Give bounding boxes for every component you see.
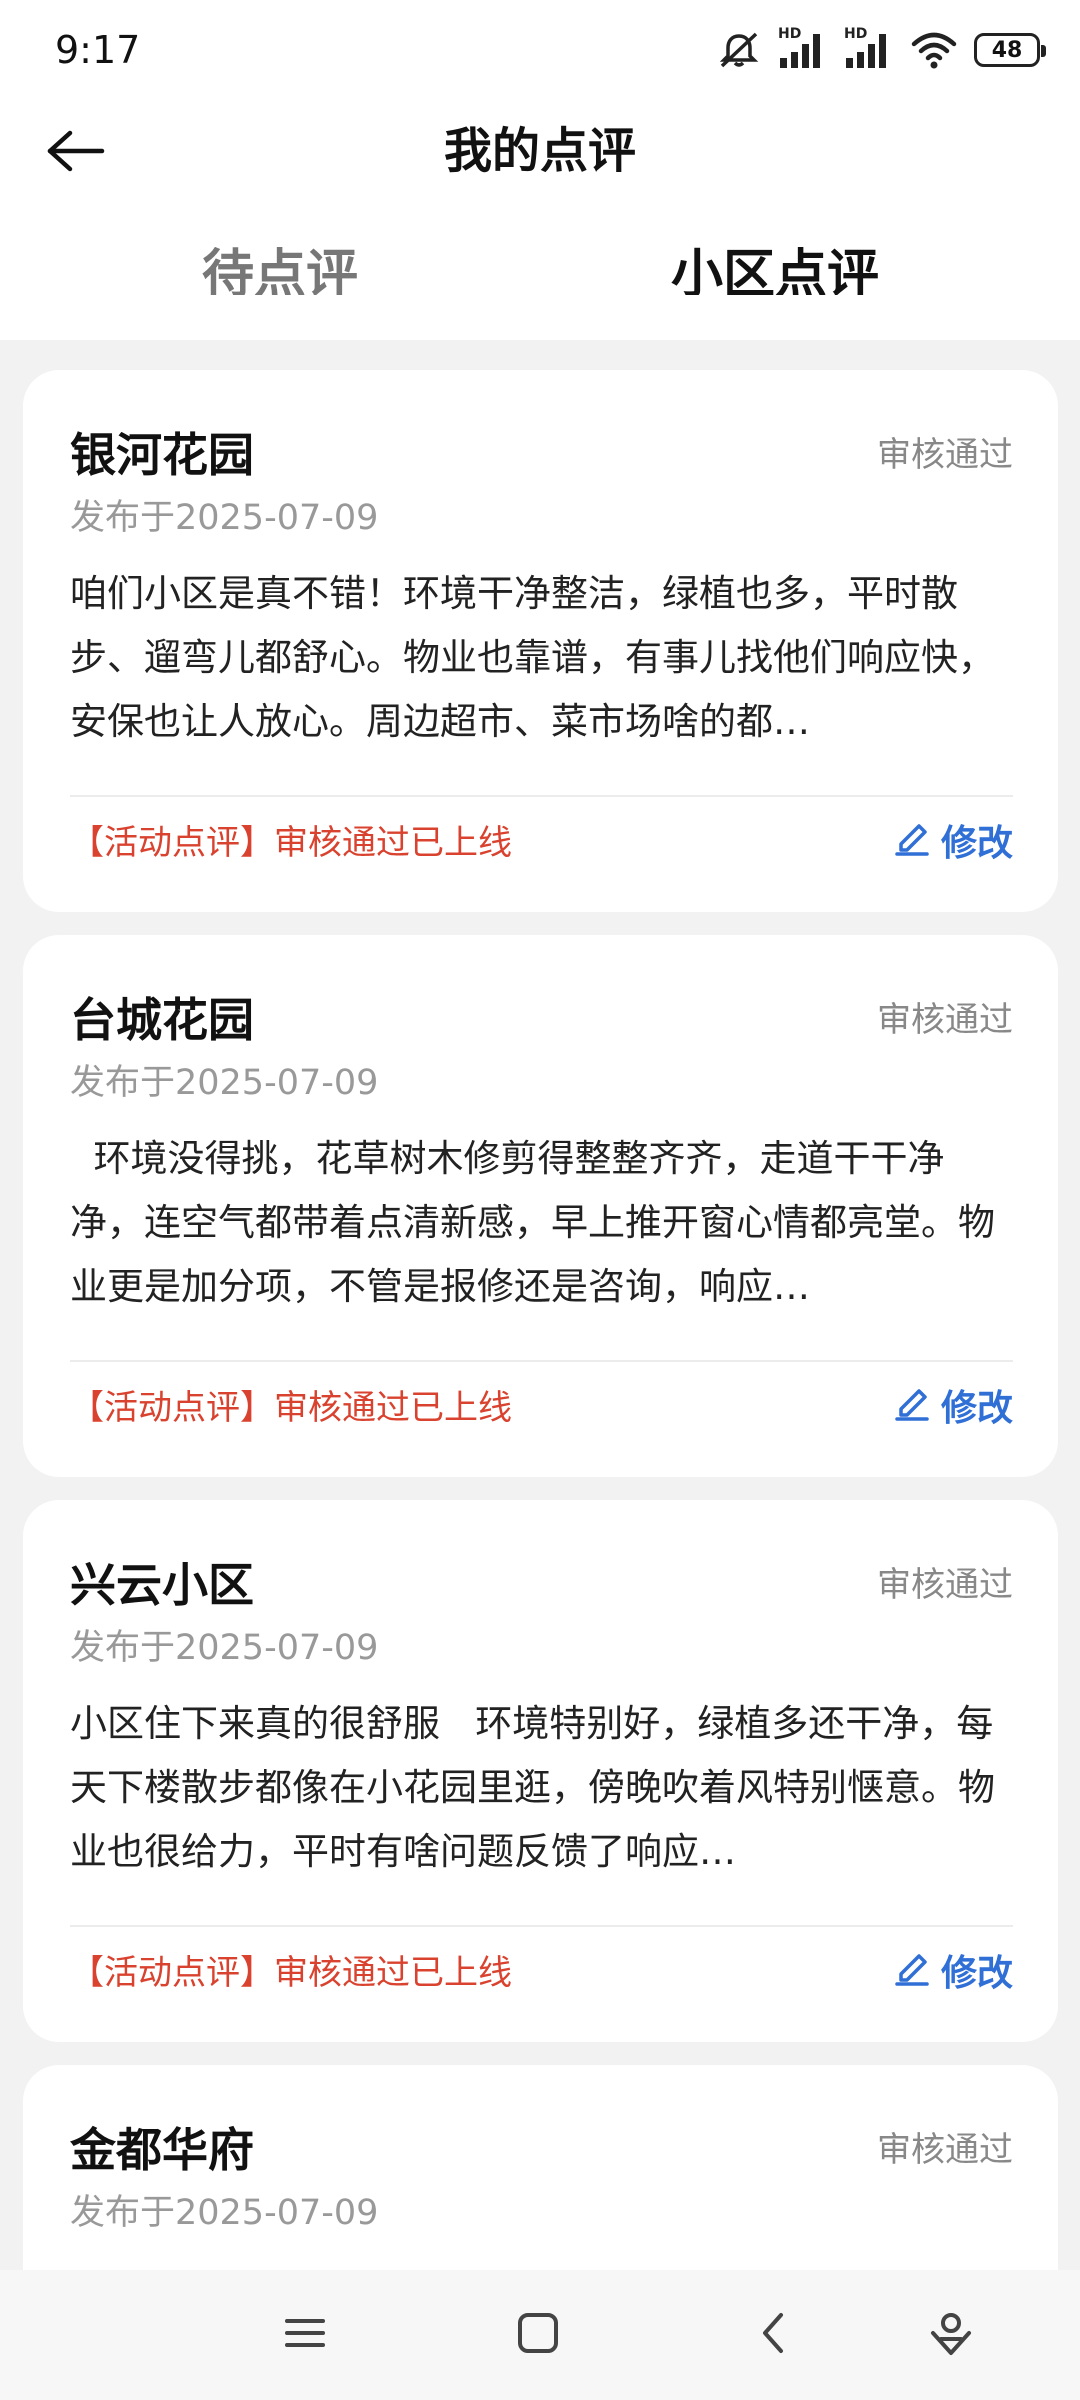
review-content[interactable]: 环境没得挑，花草树木修剪得整整齐齐，走道干干净净，连空气都带着点清新感，早上推开… xyxy=(70,1127,1015,1319)
card-divider xyxy=(70,1360,1013,1362)
home-button[interactable] xyxy=(503,2300,573,2370)
edit-label: 修改 xyxy=(940,1953,1013,1994)
review-card[interactable]: 兴云小区 审核通过 发布于2025-07-09 小区住下来真的很舒服 环境特别好… xyxy=(23,1500,1058,2042)
publish-date: 发布于2025-07-09 xyxy=(70,1628,379,1668)
review-status: 审核通过 xyxy=(877,2130,1013,2170)
assistant-button[interactable] xyxy=(916,2300,986,2370)
community-name: 金都华府 xyxy=(70,2123,254,2177)
edit-button[interactable]: 修改 xyxy=(893,1381,1013,1437)
activity-tag: 【活动点评】审核通过已上线 xyxy=(70,1953,512,1993)
battery-icon: 48 xyxy=(974,33,1046,67)
edit-button[interactable]: 修改 xyxy=(893,816,1013,872)
edit-label: 修改 xyxy=(940,823,1013,864)
edit-button[interactable]: 修改 xyxy=(893,1946,1013,2002)
back-chevron-icon xyxy=(755,2309,791,2361)
activity-tag: 【活动点评】审核通过已上线 xyxy=(70,823,512,863)
card-divider xyxy=(70,795,1013,797)
signal-hd-label: HD xyxy=(844,26,868,42)
publish-date: 发布于2025-07-09 xyxy=(70,1063,379,1103)
menu-icon xyxy=(283,2313,327,2357)
back-nav-button[interactable] xyxy=(738,2300,808,2370)
community-name: 台城花园 xyxy=(70,993,254,1047)
community-name: 银河花园 xyxy=(70,428,254,482)
signal-icon: HD xyxy=(778,26,828,70)
review-card[interactable]: 银河花园 审核通过 发布于2025-07-09 咱们小区是真不错！环境干净整洁，… xyxy=(23,370,1058,912)
review-content[interactable]: 咱们小区是真不错！环境干净整洁，绿植也多，平时散步、遛弯儿都舒心。物业也靠谱，有… xyxy=(70,562,1015,754)
assistant-icon xyxy=(927,2309,975,2361)
edit-pencil-icon xyxy=(893,1381,931,1437)
home-square-icon xyxy=(516,2311,560,2359)
status-icons: HD HD 48 xyxy=(716,26,1046,70)
page-title: 我的点评 xyxy=(443,123,636,179)
edit-label: 修改 xyxy=(940,1388,1013,1429)
signal-icon: HD xyxy=(844,26,894,70)
status-time: 9:17 xyxy=(55,28,141,72)
mute-icon xyxy=(716,30,762,70)
publish-date: 发布于2025-07-09 xyxy=(70,2193,379,2233)
review-status: 审核通过 xyxy=(877,1565,1013,1605)
signal-hd-label: HD xyxy=(778,26,802,42)
edit-pencil-icon xyxy=(893,816,931,872)
activity-tag: 【活动点评】审核通过已上线 xyxy=(70,1388,512,1428)
header-bottom xyxy=(0,295,1080,340)
system-nav-bar xyxy=(0,2270,1080,2400)
publish-date: 发布于2025-07-09 xyxy=(70,498,379,538)
screen: 9:17 HD HD 48 我的点评 待点评 小区点评 银河花园 审核通过 发布… xyxy=(0,0,1080,2400)
review-card[interactable]: 台城花园 审核通过 发布于2025-07-09 环境没得挑，花草树木修剪得整整齐… xyxy=(23,935,1058,1477)
card-divider xyxy=(70,1925,1013,1927)
review-status: 审核通过 xyxy=(877,1000,1013,1040)
wifi-icon xyxy=(910,30,958,70)
review-status: 审核通过 xyxy=(877,435,1013,475)
edit-pencil-icon xyxy=(893,1946,931,2002)
header: 我的点评 待点评 小区点评 xyxy=(0,100,1080,328)
status-bar: 9:17 HD HD 48 xyxy=(0,0,1080,100)
menu-button[interactable] xyxy=(270,2300,340,2370)
review-content[interactable]: 小区住下来真的很舒服 环境特别好，绿植多还干净，每天下楼散步都像在小花园里逛，傍… xyxy=(70,1692,1015,1884)
community-name: 兴云小区 xyxy=(70,1558,254,1612)
